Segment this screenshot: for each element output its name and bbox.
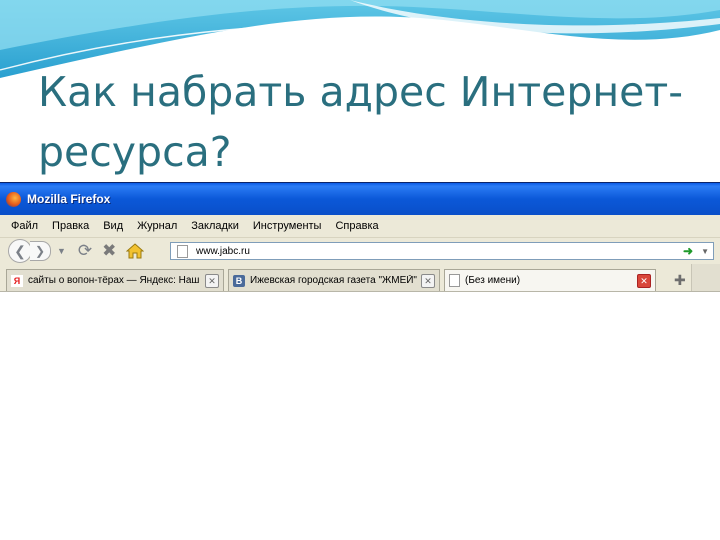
vk-icon: B xyxy=(233,274,245,287)
tab-bar: Я сайты о вопон-тёрах — Яндекс: Наш ... … xyxy=(0,264,720,291)
tab-label: (Без имени) xyxy=(465,275,521,286)
page-icon xyxy=(177,244,188,258)
menu-edit[interactable]: Правка xyxy=(45,220,96,232)
window-titlebar: Mozilla Firefox xyxy=(0,183,720,215)
window-title: Mozilla Firefox xyxy=(27,192,111,206)
back-button[interactable]: ❮ xyxy=(8,239,32,263)
tab-yandex[interactable]: Я сайты о вопон-тёрах — Яндекс: Наш ... … xyxy=(6,269,224,291)
address-bar[interactable]: www.jabc.ru ➜ ▼ xyxy=(170,242,714,260)
tab-newspaper[interactable]: B Ижевская городская газета "ЖМЕЙ" ... ✕ xyxy=(228,269,440,291)
tab-label: Ижевская городская газета "ЖМЕЙ" ... xyxy=(250,275,417,286)
tab-untitled[interactable]: (Без имени) ✕ xyxy=(444,269,656,291)
firefox-icon xyxy=(6,191,21,207)
slide-title: Как набрать адрес Интернет-ресурса? xyxy=(38,68,684,176)
forward-button[interactable]: ❯ xyxy=(30,241,51,261)
history-dropdown-icon[interactable]: ▼ xyxy=(57,246,66,256)
new-tab-icon[interactable]: ✚ xyxy=(674,272,686,289)
home-icon[interactable] xyxy=(126,243,145,259)
close-tab-icon[interactable]: ✕ xyxy=(421,273,435,288)
tab-scroll-area xyxy=(691,264,720,291)
tab-label: сайты о вопон-тёрах — Яндекс: Наш ... xyxy=(28,275,201,286)
menu-history[interactable]: Журнал xyxy=(130,220,184,232)
url-dropdown-icon[interactable]: ▼ xyxy=(701,247,709,256)
firefox-window-screenshot: Mozilla Firefox Файл Правка Вид Журнал З… xyxy=(0,182,720,292)
close-tab-icon[interactable]: ✕ xyxy=(637,273,651,288)
blank-page-icon xyxy=(449,274,460,287)
menu-file[interactable]: Файл xyxy=(4,220,45,232)
menu-bookmarks[interactable]: Закладки xyxy=(184,220,246,232)
yandex-icon: Я xyxy=(11,274,23,287)
menu-help[interactable]: Справка xyxy=(328,220,385,232)
reload-icon[interactable]: ⟳ xyxy=(78,241,92,261)
close-tab-icon[interactable]: ✕ xyxy=(205,273,219,288)
stop-icon[interactable]: ✖ xyxy=(102,241,116,261)
menu-view[interactable]: Вид xyxy=(96,220,130,232)
address-input[interactable]: www.jabc.ru xyxy=(196,246,683,257)
go-arrow-icon[interactable]: ➜ xyxy=(683,244,693,258)
navigation-toolbar: ❮ ❯ ▼ ⟳ ✖ www.jabc.ru ➜ ▼ xyxy=(0,238,720,264)
menu-bar: Файл Правка Вид Журнал Закладки Инструме… xyxy=(0,215,720,238)
menu-tools[interactable]: Инструменты xyxy=(246,220,329,232)
